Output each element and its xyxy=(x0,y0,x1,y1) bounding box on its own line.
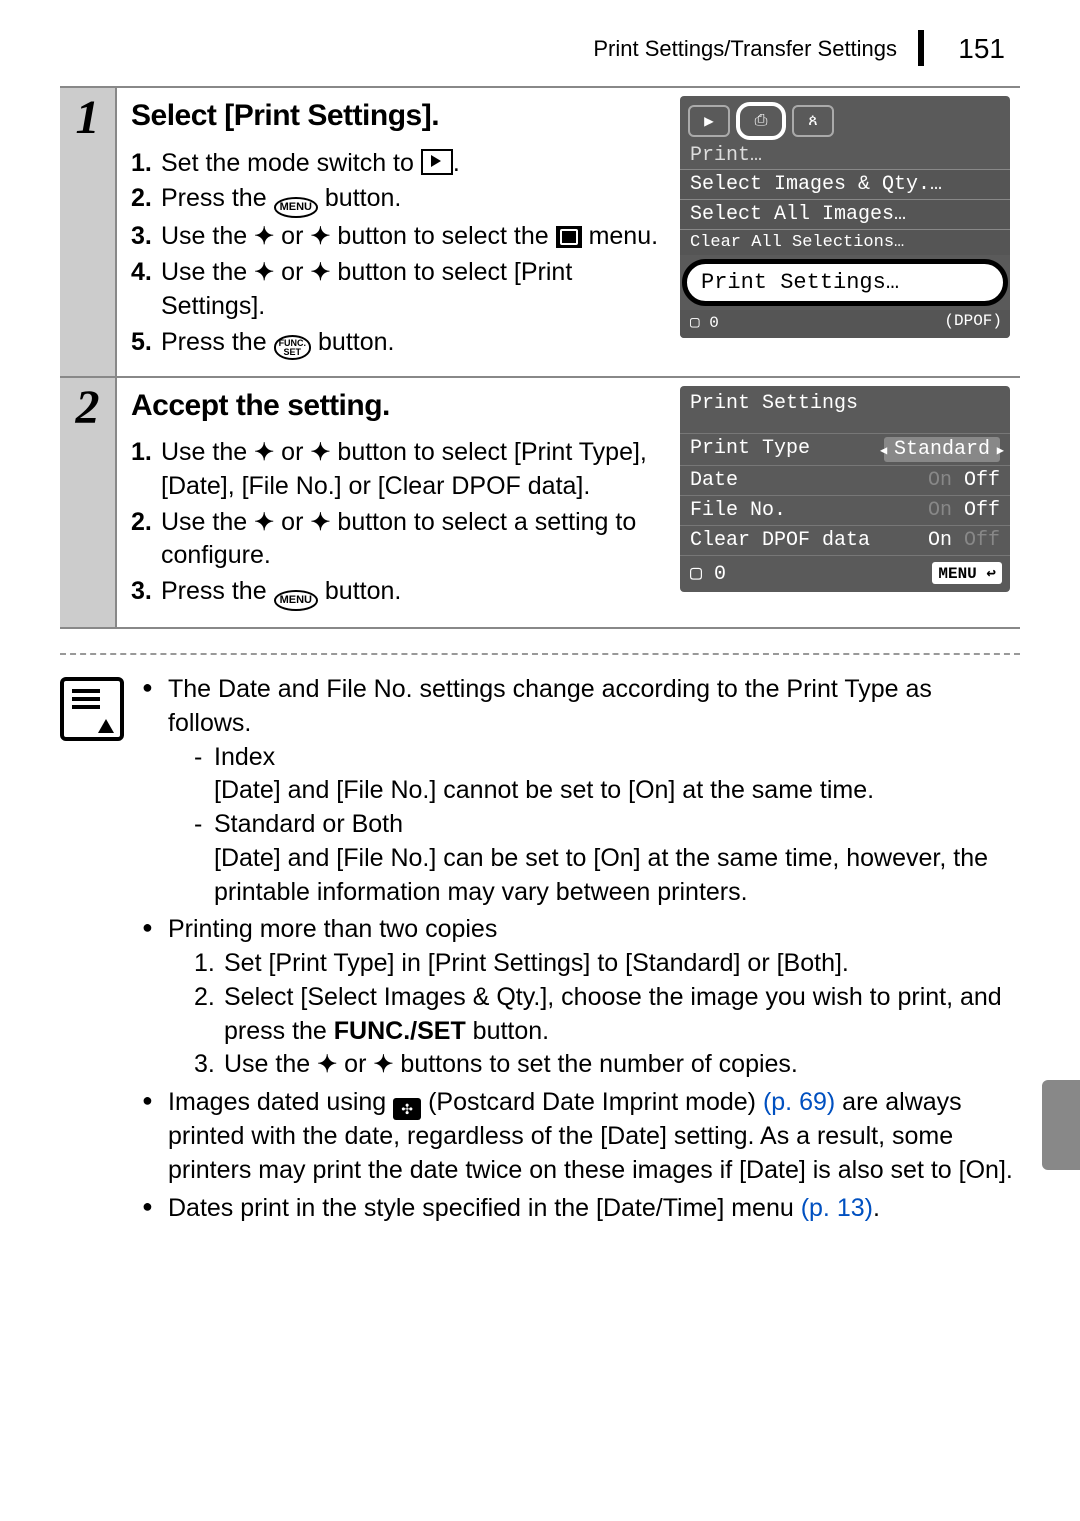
note-item: The Date and File No. settings change ac… xyxy=(142,673,1020,909)
substep-num: 3. xyxy=(131,575,161,611)
substep-num: 1. xyxy=(131,436,161,504)
screenshot-print-settings: Print Settings Print Type Standard Date … xyxy=(680,386,1010,592)
note-numbered-item: 2. Select [Select Images & Qty.], choose… xyxy=(194,981,1020,1049)
count-indicator: ▢ 0 xyxy=(690,312,719,332)
page-header: Print Settings/Transfer Settings 151 xyxy=(60,30,1020,66)
left-arrow-icon: ✦ xyxy=(254,223,274,250)
substep-text: Press the FUNC. SET button. xyxy=(161,326,660,360)
substep-text: Use the ✦ or ✦ button to select [Print S… xyxy=(161,256,660,324)
note-sub-item: - Standard or Both [Date] and [File No.]… xyxy=(194,808,1020,909)
menu-item: Clear All Selections… xyxy=(680,229,1010,255)
substep-num: 4. xyxy=(131,256,161,324)
menu-button-icon: MENU xyxy=(274,590,318,611)
setting-row-print-type: Print Type Standard xyxy=(680,433,1010,465)
menu-return-icon: MENU ↩ xyxy=(932,562,1002,584)
screen-title: Print Settings xyxy=(680,386,1010,433)
substep-num: 2. xyxy=(131,182,161,218)
note-item: Dates print in the style specified in th… xyxy=(142,1192,1020,1226)
note-item: Printing more than two copies 1.Set [Pri… xyxy=(142,913,1020,1082)
side-tab xyxy=(1042,1080,1080,1170)
right-arrow-icon: ✦ xyxy=(310,223,330,250)
up-arrow-icon: ✦ xyxy=(254,259,274,286)
menu-item: Select All Images… xyxy=(680,199,1010,229)
substep-text: Set the mode switch to . xyxy=(161,147,660,181)
tab-tools-icon: ጰ xyxy=(792,105,834,137)
up-arrow-icon: ✦ xyxy=(317,1051,337,1078)
substep-text: Press the MENU button. xyxy=(161,182,660,218)
menu-item: Select Images & Qty.… xyxy=(680,169,1010,199)
menu-group-label: Print… xyxy=(680,142,1010,169)
substep-text: Use the ✦ or ✦ button to select a settin… xyxy=(161,506,660,574)
setting-row-clear-dpof: Clear DPOF data On Off xyxy=(680,525,1010,555)
down-arrow-icon: ✦ xyxy=(310,439,330,466)
func-set-button-icon: FUNC. SET xyxy=(274,335,312,359)
note-item: Images dated using ✣ (Postcard Date Impr… xyxy=(142,1086,1020,1188)
down-arrow-icon: ✦ xyxy=(373,1051,393,1078)
left-arrow-icon: ✦ xyxy=(254,509,274,536)
substep-text: Press the MENU button. xyxy=(161,575,660,611)
substep-text: Use the ✦ or ✦ button to select [Print T… xyxy=(161,436,660,504)
tab-print-icon: ⎙ xyxy=(736,102,786,140)
step-title: Select [Print Settings]. xyxy=(131,96,660,137)
right-arrow-icon: ✦ xyxy=(310,509,330,536)
page-ref-link[interactable]: (p. 13) xyxy=(801,1194,873,1222)
note-icon xyxy=(60,677,124,741)
step-2: 2 Accept the setting. 1. Use the ✦ or ✦ xyxy=(60,378,1020,630)
step-title: Accept the setting. xyxy=(131,386,660,427)
section-divider xyxy=(60,653,1020,655)
menu-item-selected: Print Settings… xyxy=(682,259,1008,306)
dpof-label: (DPOF) xyxy=(944,312,1002,332)
header-divider xyxy=(918,30,924,66)
setting-row-date: Date On Off xyxy=(680,465,1010,495)
notes-section: The Date and File No. settings change ac… xyxy=(142,673,1020,1229)
step-number: 2 xyxy=(60,378,117,628)
screenshot-print-menu: ▶ ⎙ ጰ Print… Select Images & Qty.… Selec… xyxy=(680,96,1010,338)
substep-num: 5. xyxy=(131,326,161,360)
page-ref-link[interactable]: (p. 69) xyxy=(763,1088,835,1116)
substep-num: 1. xyxy=(131,147,161,181)
breadcrumb: Print Settings/Transfer Settings xyxy=(593,36,897,61)
setting-value: Standard xyxy=(884,437,1000,462)
up-arrow-icon: ✦ xyxy=(254,439,274,466)
setting-row-file-no: File No. On Off xyxy=(680,495,1010,525)
substep-num: 2. xyxy=(131,506,161,574)
page-number: 151 xyxy=(958,33,1005,65)
down-arrow-icon: ✦ xyxy=(310,259,330,286)
count-indicator: ▢ 0 xyxy=(690,560,726,586)
playback-mode-icon xyxy=(421,149,453,175)
note-numbered-item: 3. Use the ✦ or ✦ buttons to set the num… xyxy=(194,1048,1020,1082)
substep-num: 3. xyxy=(131,220,161,254)
tab-playback-icon: ▶ xyxy=(688,105,730,137)
note-sub-item: - Index [Date] and [File No.] cannot be … xyxy=(194,741,1020,809)
note-numbered-item: 1.Set [Print Type] in [Print Settings] t… xyxy=(194,947,1020,981)
menu-button-icon: MENU xyxy=(274,197,318,218)
print-menu-icon xyxy=(556,226,582,248)
substep-text: Use the ✦ or ✦ button to select the menu… xyxy=(161,220,660,254)
step-number: 1 xyxy=(60,88,117,376)
postcard-mode-icon: ✣ xyxy=(393,1098,421,1120)
step-1: 1 Select [Print Settings]. 1. Set the mo… xyxy=(60,88,1020,378)
